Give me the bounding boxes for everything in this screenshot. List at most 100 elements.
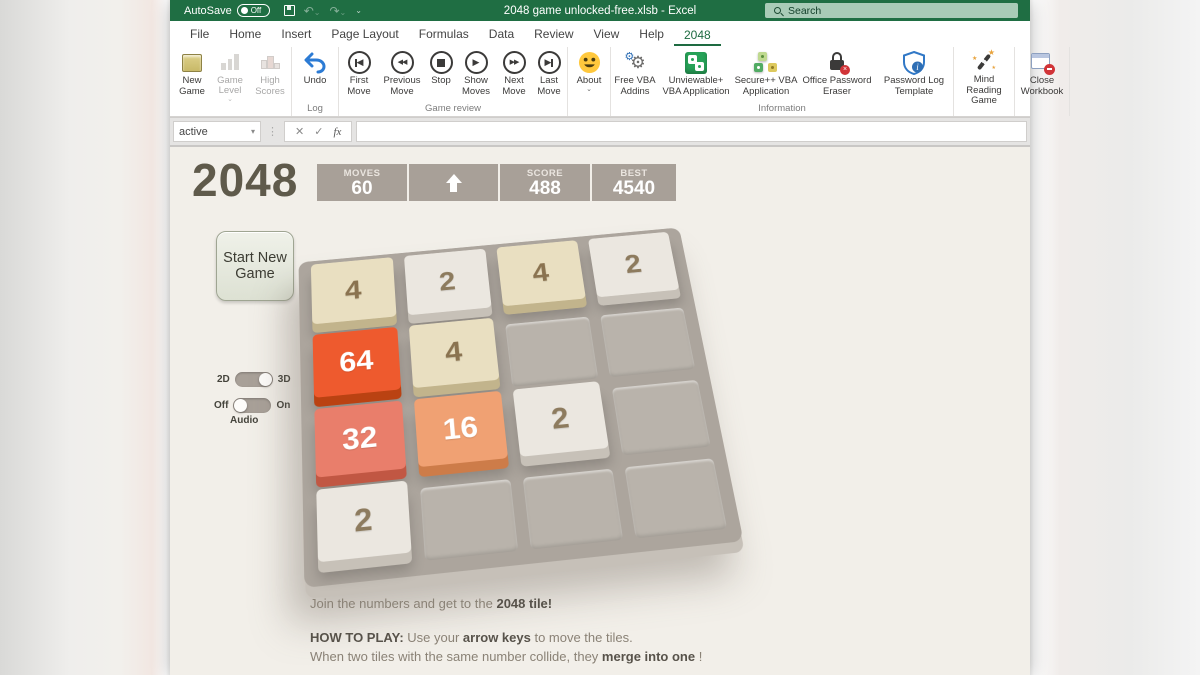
customize-qat-icon[interactable]: ⌄ [355,6,362,15]
board-cell: 2 [587,231,681,305]
mind-reading-game-button[interactable]: ★ ★ ★ Mind Reading Game [955,47,1013,106]
ribbon-group-mind-reading: ★ ★ ★ Mind Reading Game [954,47,1015,116]
undo-button[interactable]: Undo [293,47,337,102]
name-box-value: active [179,125,208,138]
tab-insert[interactable]: Insert [271,22,321,46]
close-workbook-icon [1031,52,1055,75]
ribbon: New Game Game Level ⌄ High Scores Undo L… [170,46,1070,117]
next-move-button[interactable]: ▶▶ Next Move [496,47,532,102]
enter-check-icon[interactable]: ✓ [314,125,323,138]
audio-caption: Audio [230,415,259,426]
close-workbook-button[interactable]: Close Workbook [1016,47,1068,102]
previous-move-icon: ◀◀ [390,51,414,74]
insert-function-icon[interactable]: fx [333,126,341,138]
board-cell: 2 [403,248,493,323]
secure-vba-button[interactable]: Secure++ VBA Application [734,47,798,102]
search-placeholder: Search [788,4,822,17]
audio-right-label: On [276,400,291,411]
show-moves-button[interactable]: ▶ Show Moves [456,47,496,102]
tab-home[interactable]: Home [219,22,271,46]
ribbon-group-about: About ⌄ [568,47,611,116]
tab-formulas[interactable]: Formulas [409,22,479,46]
tab-file[interactable]: File [180,22,219,46]
divider-dots: ⋮ [267,126,278,138]
undo-arrow-icon [303,50,327,75]
chevron-down-icon: ⌄ [227,96,233,103]
autosave-toggle[interactable]: AutoSave Off [184,4,270,17]
ribbon-group-log: Undo Log [292,47,339,116]
best-box: BEST 4540 [592,164,676,201]
board-cell: 4 [496,240,588,314]
autosave-label: AutoSave [184,4,232,17]
tile-2: 2 [587,231,680,297]
tab-help[interactable]: Help [629,22,674,46]
board-cell [600,307,696,378]
moves-value: 60 [351,177,373,199]
show-moves-icon: ▶ [464,51,488,74]
tile-64: 64 [312,326,402,398]
chevron-down-icon[interactable]: ▾ [251,127,255,136]
board-cell: 4 [408,317,501,397]
autosave-knob-icon [240,7,248,14]
office-password-eraser-button[interactable]: × Office Password Eraser [798,47,876,102]
score-value: 488 [529,177,561,199]
password-log-template-button[interactable]: i Password Log Template [876,47,952,102]
redo-icon[interactable]: ↷⌄ [329,4,346,18]
name-box[interactable]: active ▾ [173,121,261,142]
mode-toggle-row: 2D 3D [217,372,291,387]
tile-4: 4 [408,317,500,389]
tab-review[interactable]: Review [524,22,583,46]
unviewable-vba-button[interactable]: Unviewable+ VBA Application [658,47,734,102]
group-label [569,102,609,116]
board-cell [611,379,711,455]
moves-box: MOVES 60 [317,164,407,201]
about-button[interactable]: About ⌄ [569,47,609,102]
tab-2048[interactable]: 2048 [673,23,721,46]
tab-view[interactable]: View [584,22,630,46]
new-game-button[interactable]: New Game [174,47,210,102]
autosave-state: Off [250,6,262,15]
board-cell: 4 [310,257,398,332]
game-level-button: Game Level ⌄ [210,47,250,103]
tile-16: 16 [413,390,509,467]
audio-toggle-row: Off On [214,398,290,413]
search-box[interactable]: Search [765,3,1018,18]
group-label: Game review [425,103,481,114]
quick-access-toolbar: ↶⌄ ↷⌄ ⌄ [283,4,362,18]
mode-toggle[interactable] [234,372,273,387]
group-label [174,102,290,116]
previous-move-button[interactable]: ◀◀ Previous Move [378,47,426,102]
last-move-button[interactable]: ▶ Last Move [532,47,566,102]
dice-stack-icon [754,51,778,74]
group-label [955,102,1013,116]
stop-button[interactable]: Stop [426,47,456,102]
scoreboard: MOVES 60 SCORE 488 BEST 4540 [317,164,676,201]
tab-page-layout[interactable]: Page Layout [321,22,408,46]
mode-left-label: 2D [217,374,230,385]
formula-input[interactable] [356,121,1027,142]
free-vba-addins-button[interactable]: ⚙ ⚙ Free VBA Addins [612,47,658,102]
audio-toggle[interactable] [233,398,272,413]
gears-icon: ⚙ ⚙ [624,51,646,72]
ribbon-group-close: Close Workbook [1015,47,1070,116]
group-label: Log [307,103,323,114]
score-box: SCORE 488 [500,164,590,201]
board-cell: 2 [316,479,413,573]
tile-2: 2 [316,479,412,563]
tab-data[interactable]: Data [479,22,524,46]
cancel-icon[interactable]: ✕ [295,125,304,138]
board-cell: 2 [512,381,611,466]
tile-2: 2 [512,381,609,457]
save-icon[interactable] [283,5,295,16]
board-cell: 64 [312,326,402,407]
first-move-button[interactable]: ◀ First Move [340,47,378,102]
search-icon [774,7,781,14]
undo-icon[interactable]: ↶⌄ [304,4,321,18]
last-direction-box [409,164,498,201]
autosave-pill[interactable]: Off [236,4,270,17]
lock-eraser-icon: × [826,51,850,75]
tile-4: 4 [496,240,586,306]
magic-wand-icon: ★ ★ ★ [972,48,996,72]
start-new-game-button[interactable]: Start New Game [216,231,294,301]
instruction-how-to-1: HOW TO PLAY: Use your arrow keys to move… [310,629,633,645]
